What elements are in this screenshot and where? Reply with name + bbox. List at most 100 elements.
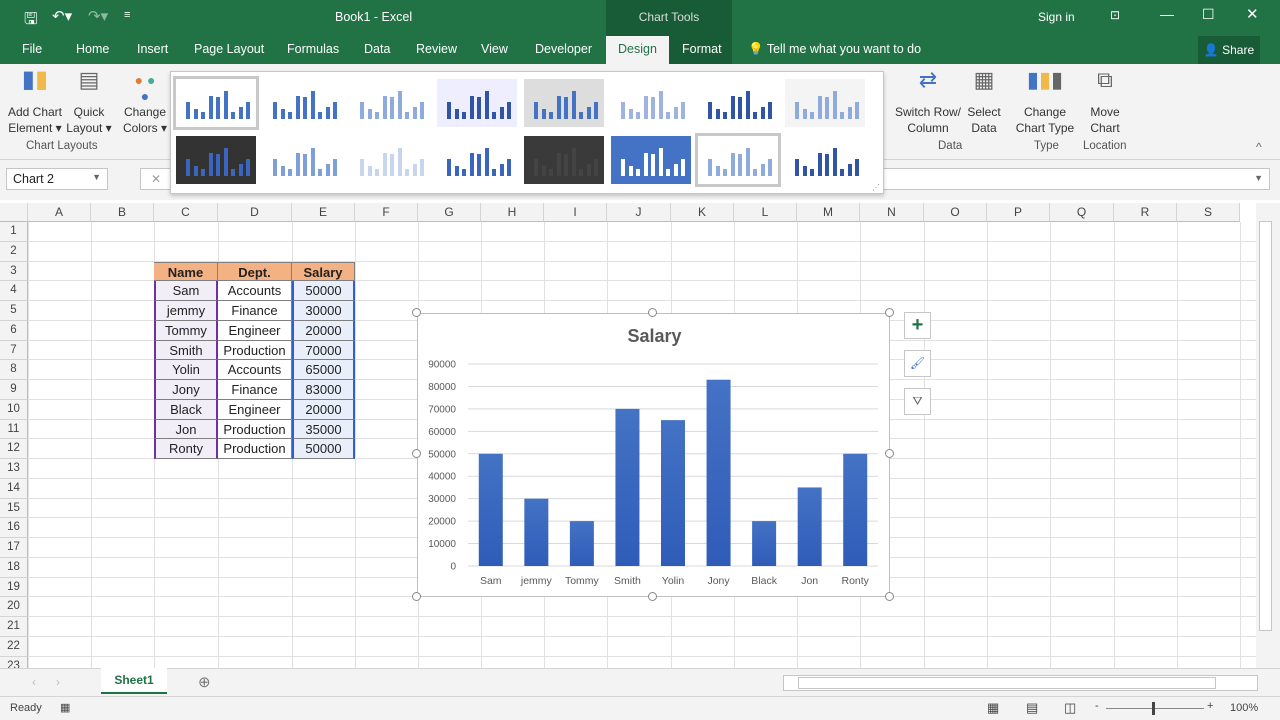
maximize-icon[interactable]: ☐ (1202, 6, 1215, 23)
chart-style-1[interactable] (173, 76, 259, 130)
chart-styles-brush-icon[interactable]: 🖌 (904, 350, 931, 377)
table-cell[interactable]: 20000 (292, 399, 355, 420)
column-header-K[interactable]: K (671, 203, 734, 222)
move-chart-button[interactable]: ⧉ Move Chart (1082, 69, 1128, 136)
row-header-15[interactable]: 15 (0, 498, 28, 519)
table-cell[interactable]: 70000 (292, 340, 355, 361)
collapse-ribbon-icon[interactable]: ^ (1256, 140, 1262, 154)
table-cell[interactable]: 83000 (292, 380, 355, 400)
tab-home[interactable]: Home (76, 42, 109, 56)
quick-layout-button[interactable]: ▤ Quick Layout ▾ (64, 69, 114, 136)
column-header-O[interactable]: O (924, 203, 987, 222)
column-header-D[interactable]: D (218, 203, 292, 222)
zoom-in-icon[interactable]: + (1207, 700, 1213, 712)
tab-formulas[interactable]: Formulas (287, 42, 339, 56)
undo-icon[interactable]: ↶▾ (52, 7, 72, 25)
zoom-level[interactable]: 100% (1230, 702, 1258, 714)
page-layout-view-icon[interactable]: ▤ (1026, 700, 1038, 716)
tab-file[interactable]: File (22, 42, 42, 56)
column-header-R[interactable]: R (1114, 203, 1177, 222)
table-cell[interactable]: Jon (154, 419, 218, 440)
table-cell[interactable]: 30000 (292, 301, 355, 321)
table-cell[interactable]: Production (218, 340, 292, 361)
chart-resize-handle[interactable] (412, 449, 421, 458)
chart-resize-handle[interactable] (412, 592, 421, 601)
prev-sheet-icon[interactable]: ‹ (32, 675, 36, 689)
row-header-14[interactable]: 14 (0, 478, 28, 499)
column-header-B[interactable]: B (91, 203, 154, 222)
change-colors-button[interactable]: ● ● ● Change Colors ▾ (120, 72, 170, 136)
chart-style-6[interactable] (611, 79, 691, 127)
chart-resize-handle[interactable] (648, 592, 657, 601)
table-cell[interactable]: 50000 (292, 281, 355, 301)
chart-style-10[interactable] (263, 136, 343, 184)
column-header-F[interactable]: F (355, 203, 418, 222)
row-header-23[interactable]: 23 (0, 656, 28, 668)
chart-style-13[interactable] (524, 136, 604, 184)
new-sheet-icon[interactable]: ⊕ (198, 673, 211, 691)
table-cell[interactable]: Black (154, 399, 218, 420)
column-header-C[interactable]: C (154, 203, 218, 222)
table-cell[interactable]: 65000 (292, 360, 355, 380)
next-sheet-icon[interactable]: › (56, 675, 60, 689)
row-header-19[interactable]: 19 (0, 577, 28, 598)
column-header-J[interactable]: J (607, 203, 671, 222)
chart-resize-handle[interactable] (885, 592, 894, 601)
zoom-out-icon[interactable]: - (1095, 700, 1099, 712)
table-cell[interactable]: Tommy (154, 320, 218, 341)
table-cell[interactable]: Engineer (218, 320, 292, 341)
table-cell[interactable]: Smith (154, 340, 218, 361)
column-header-E[interactable]: E (292, 203, 355, 222)
chart-resize-handle[interactable] (885, 449, 894, 458)
table-cell[interactable]: jemmy (154, 301, 218, 321)
column-header-P[interactable]: P (987, 203, 1050, 222)
row-header-12[interactable]: 12 (0, 439, 28, 459)
chart-style-7[interactable] (698, 79, 778, 127)
add-chart-element-button[interactable]: ▮▮ Add Chart Element ▾ (6, 68, 64, 136)
name-box[interactable]: Chart 2 ▼ (6, 168, 108, 190)
chart-style-9[interactable] (176, 136, 256, 184)
column-header-A[interactable]: A (28, 203, 91, 222)
chart-resize-handle[interactable] (885, 308, 894, 317)
ribbon-display-options-icon[interactable]: ⊡ (1110, 8, 1120, 22)
select-data-button[interactable]: ▦ Select Data (962, 69, 1006, 136)
row-header-6[interactable]: 6 (0, 320, 28, 341)
column-header-Q[interactable]: Q (1050, 203, 1114, 222)
chart-style-4[interactable] (437, 79, 517, 127)
chart-style-11[interactable] (350, 136, 430, 184)
tab-review[interactable]: Review (416, 42, 457, 56)
vertical-scroll-thumb[interactable] (1259, 221, 1272, 631)
column-header-I[interactable]: I (544, 203, 607, 222)
chart-style-15[interactable] (695, 133, 781, 187)
tab-view[interactable]: View (481, 42, 508, 56)
row-header-18[interactable]: 18 (0, 557, 28, 578)
table-cell[interactable]: Engineer (218, 399, 292, 420)
zoom-slider-thumb[interactable] (1152, 702, 1155, 715)
sign-in-link[interactable]: Sign in (1038, 10, 1075, 24)
table-cell[interactable]: Production (218, 419, 292, 440)
customize-qat-icon[interactable]: ≡ (124, 9, 130, 21)
column-header-G[interactable]: G (418, 203, 481, 222)
chart-style-5[interactable] (524, 79, 604, 127)
close-icon[interactable]: ✕ (1246, 5, 1259, 23)
row-header-21[interactable]: 21 (0, 617, 28, 637)
table-cell[interactable]: Accounts (218, 281, 292, 301)
zoom-slider[interactable] (1106, 708, 1204, 709)
table-cell[interactable]: Finance (218, 301, 292, 321)
table-cell[interactable]: Ronty (154, 439, 218, 459)
column-header-M[interactable]: M (797, 203, 860, 222)
table-cell[interactable]: Finance (218, 380, 292, 400)
macro-record-icon[interactable]: ▦ (60, 701, 70, 714)
tab-page-layout[interactable]: Page Layout (194, 42, 264, 56)
row-header-2[interactable]: 2 (0, 241, 28, 262)
row-header-10[interactable]: 10 (0, 399, 28, 420)
row-header-11[interactable]: 11 (0, 419, 28, 440)
table-cell[interactable]: 20000 (292, 320, 355, 341)
column-header-L[interactable]: L (734, 203, 797, 222)
row-header-7[interactable]: 7 (0, 340, 28, 361)
switch-row-column-button[interactable]: ⇄ Switch Row/Column (892, 69, 964, 136)
row-header-9[interactable]: 9 (0, 380, 28, 400)
chart-filters-funnel-icon[interactable]: ⛛ (904, 388, 931, 415)
tab-format[interactable]: Format (682, 42, 722, 56)
table-cell[interactable]: 50000 (292, 439, 355, 459)
